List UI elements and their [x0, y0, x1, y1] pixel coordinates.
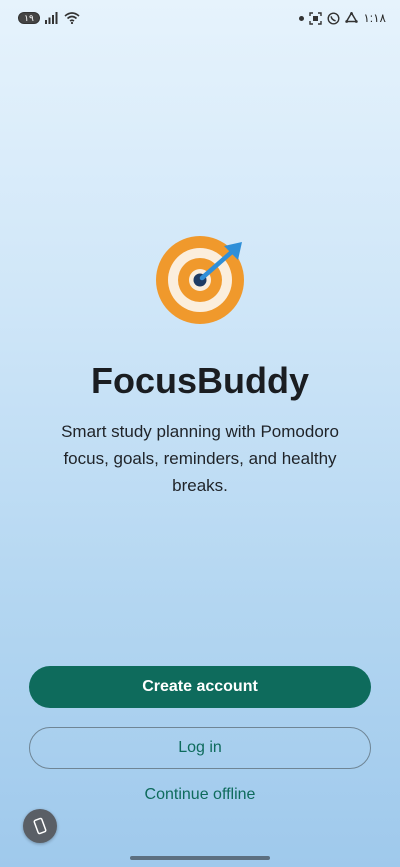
signal-icon: [45, 12, 59, 24]
whatsapp-icon: [327, 11, 340, 25]
clock: ١:١٨: [363, 11, 386, 25]
dot-icon: [299, 15, 305, 21]
app-title: FocusBuddy: [90, 360, 309, 401]
log-in-button[interactable]: Log in: [29, 727, 371, 769]
phone-rotate-icon[interactable]: [23, 809, 57, 843]
continue-offline-link[interactable]: Continue offline: [0, 786, 400, 804]
status-right: ١:١٨: [299, 11, 386, 25]
status-bar: ١٩ ١:١٨: [0, 0, 400, 36]
screenshot-icon: [309, 11, 323, 25]
battery-indicator: ١٩: [18, 12, 40, 24]
home-indicator[interactable]: [130, 856, 270, 860]
target-arrow-icon: [150, 232, 250, 328]
app-tagline: Smart study planning with Pomodoro focus…: [61, 422, 339, 495]
wifi-icon: [64, 12, 80, 24]
create-account-button[interactable]: Create account: [29, 666, 371, 708]
status-left: ١٩: [18, 12, 80, 24]
sync-icon: [345, 11, 359, 25]
